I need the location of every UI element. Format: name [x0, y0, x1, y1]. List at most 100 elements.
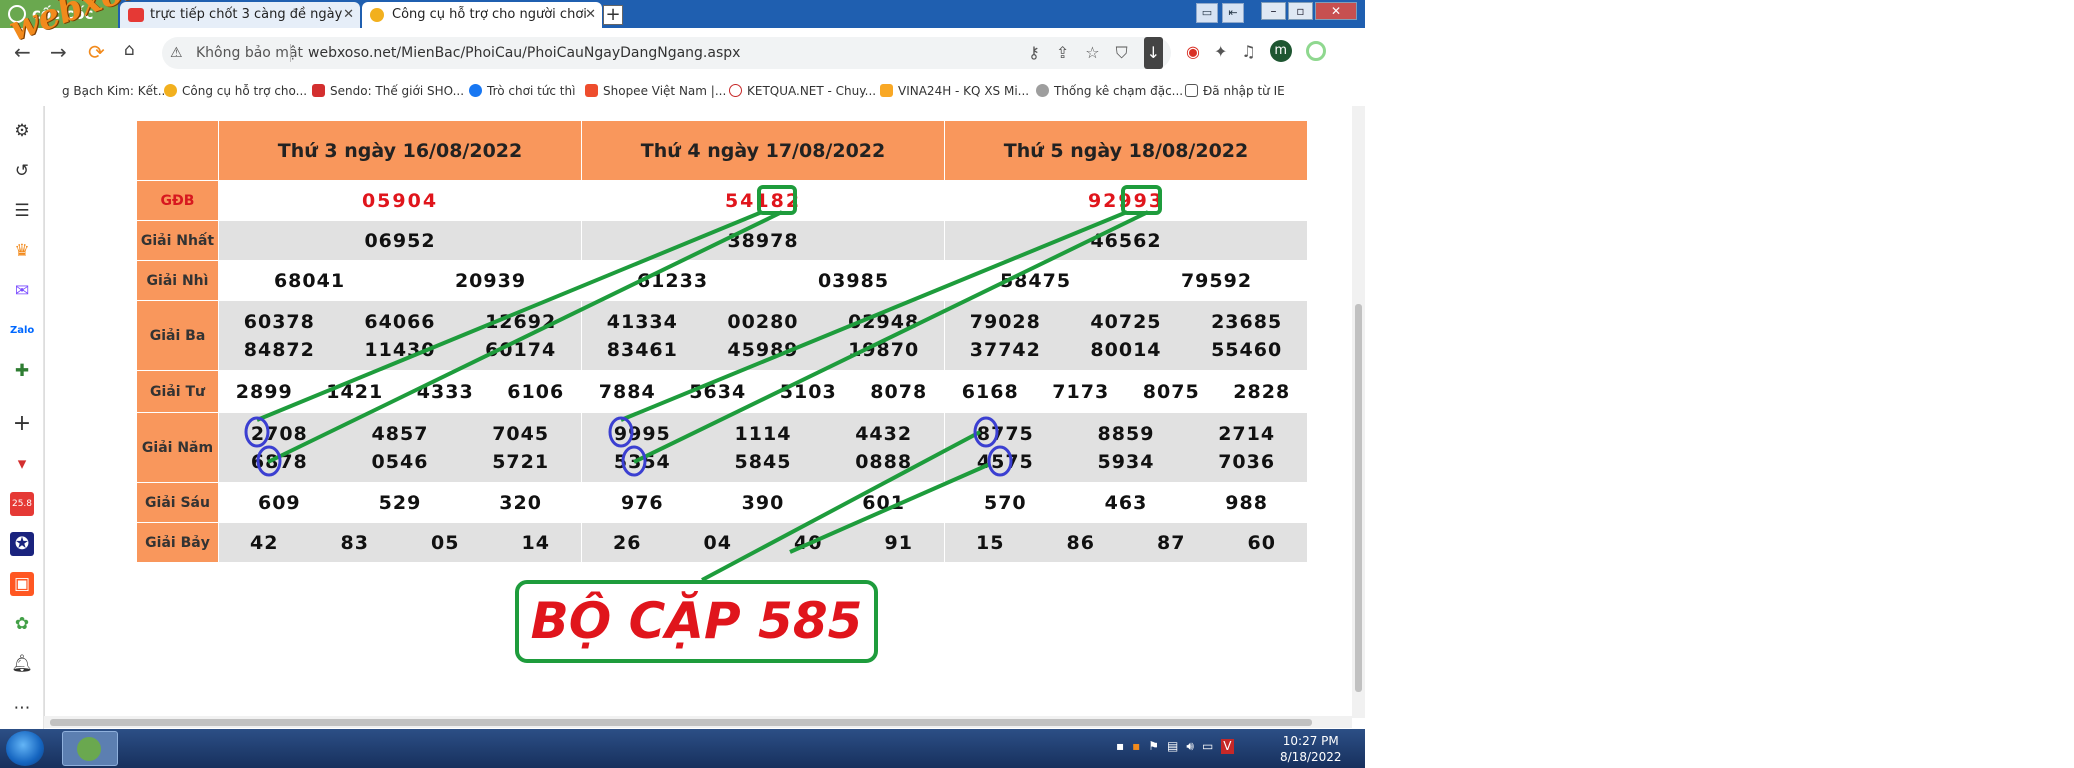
prize-number: 8775 [976, 422, 1034, 445]
maximize-button[interactable]: ▫ [1288, 2, 1313, 20]
prize-number: 5934 [1097, 450, 1155, 473]
music-icon[interactable]: ♫ [1241, 42, 1255, 61]
forward-button[interactable]: → [50, 40, 67, 64]
row-ba: Giải Ba 60378 64066 12692 84872 11430 60174 … [136, 300, 1308, 371]
prize-number: 601 [862, 491, 905, 514]
battery-icon[interactable]: ▭ [1202, 739, 1213, 754]
security-label[interactable]: Không bảo mật [196, 37, 303, 69]
scroll-thumb[interactable] [50, 719, 1312, 726]
cell: 26 04 40 91 [581, 522, 945, 563]
close-window-button[interactable]: ✕ [1315, 2, 1357, 20]
bookmark-item[interactable]: Công cụ hỗ trợ cho... [164, 84, 307, 98]
media-app-icon[interactable]: ▣ [10, 572, 34, 596]
cell: 570 463 988 [944, 482, 1308, 523]
shopping-icon[interactable]: ▾ [10, 452, 34, 476]
prize-number: 4857 [371, 422, 429, 445]
cell: 05904 [218, 180, 582, 221]
profile-avatar[interactable]: m [1269, 40, 1292, 62]
bookmark-item[interactable]: Thống kê chạm đặc... [1036, 84, 1183, 98]
prize-number: 41334 [606, 310, 678, 333]
reading-list-icon[interactable]: ☰ [10, 199, 34, 223]
tray-app-icon[interactable]: ▪ [1132, 739, 1140, 754]
close-tab-icon[interactable]: ✕ [343, 2, 354, 28]
taskbar-coccoc[interactable] [62, 731, 118, 766]
bookmark-item[interactable]: KETQUA.NET - Chuy... [729, 84, 876, 98]
share-icon[interactable]: ⇪ [1056, 37, 1069, 69]
shield-icon[interactable]: ⛉ [1116, 37, 1128, 69]
url-text[interactable]: webxoso.net/MienBac/PhoiCau/PhoiCauNgayD… [308, 37, 740, 69]
close-tab-icon[interactable]: ✕ [585, 2, 596, 28]
zalo-icon[interactable]: Zalo [10, 319, 34, 343]
download-icon[interactable]: ↓ [1143, 37, 1163, 69]
flag-icon[interactable]: ⚑ [1148, 739, 1159, 754]
messenger-icon[interactable]: ✉ [10, 279, 34, 303]
prize-number: 529 [378, 491, 422, 514]
tab-webxoso[interactable]: Công cụ hỗ trợ cho người chơi ✕ [362, 2, 602, 28]
prize-number: 23685 [1211, 310, 1283, 333]
gamepad-icon[interactable]: ✚ [10, 359, 34, 383]
bookmark-label: g Bạch Kim: Kết... [62, 84, 170, 98]
home-button[interactable]: ⌂ [124, 40, 135, 60]
calendar-icon[interactable]: 25.8 [10, 492, 34, 516]
prize-number: 83 [340, 531, 369, 554]
bookmark-star-icon[interactable]: ☆ [1085, 37, 1099, 69]
bookmarks-bar: g Bạch Kim: Kết... Công cụ hỗ trợ cho...… [0, 78, 1365, 107]
bell-icon[interactable]: 🔔︎ [10, 652, 34, 676]
minimize-button[interactable]: – [1261, 2, 1286, 20]
screenshot: cốc cốc trực tiếp chốt 3 càng đề ngày ✕ … [0, 0, 1365, 768]
cell: 609 529 320 [218, 482, 582, 523]
xs-site-icon [164, 84, 177, 97]
bookmark-item[interactable]: VINA24H - KQ XS Mi... [880, 84, 1029, 98]
chrome-extension-icon[interactable]: ◉ [1186, 42, 1200, 61]
prize-number: 60378 [243, 310, 315, 333]
bookmark-item[interactable]: Shopee Việt Nam |... [585, 84, 726, 98]
cell: 60378 64066 12692 84872 11430 60174 [218, 300, 582, 371]
add-icon[interactable]: + [10, 412, 34, 436]
vietkey-icon[interactable]: V [1221, 739, 1234, 754]
row-label: Giải Năm [136, 412, 219, 483]
cell: 6168 7173 8075 2828 [944, 370, 1308, 413]
prize-number: 84872 [243, 338, 315, 361]
volume-icon[interactable]: 🔊︎ [1186, 739, 1194, 754]
start-button[interactable] [6, 731, 44, 766]
row-label: Giải Nhất [136, 220, 219, 261]
key-icon[interactable]: ⚷ [1028, 37, 1040, 69]
puzzle-icon[interactable]: ✦ [1214, 42, 1227, 61]
bookmark-item[interactable]: Sendo: Thế giới SHO... [312, 84, 464, 98]
vina24h-icon [880, 84, 893, 97]
bookmark-item[interactable]: Trò chơi tức thì [469, 84, 575, 98]
warning-icon: ⚠ [170, 45, 183, 61]
gear-icon[interactable]: ⚙ [10, 119, 34, 143]
prize-number: 0546 [371, 450, 429, 473]
refresh-button[interactable]: ⟳ [88, 40, 105, 64]
more-icon[interactable]: ⋯ [10, 696, 34, 720]
screenshot-tool-icon[interactable]: ▭ [1196, 3, 1218, 23]
game-app-icon[interactable]: ✪ [10, 532, 34, 556]
url-bar[interactable]: ⚠ Không bảo mật webxoso.net/MienBac/Phoi… [162, 37, 1171, 69]
vertical-scrollbar[interactable] [1352, 106, 1365, 718]
prize-number: 5634 [689, 380, 747, 403]
taskbar-clock[interactable]: 10:27 PM 8/18/2022 [1280, 733, 1342, 765]
prize-number: 38978 [727, 229, 799, 252]
content-border [44, 106, 45, 718]
horizontal-scrollbar[interactable] [44, 716, 1352, 728]
prize-number: 45989 [727, 338, 799, 361]
scroll-thumb[interactable] [1355, 304, 1362, 692]
tab-youtube[interactable]: trực tiếp chốt 3 càng đề ngày ✕ [120, 2, 360, 28]
status-ring-icon[interactable] [1305, 41, 1326, 61]
row-nhat: Giải Nhất 06952 38978 46562 [136, 220, 1308, 261]
row-tu: Giải Tư 2899 1421 4333 6106 7884 5634 5103 807… [136, 370, 1308, 413]
back-window-icon[interactable]: ⇤ [1222, 3, 1244, 23]
prize-number: 61233 [636, 269, 709, 292]
bookmark-folder[interactable]: Đã nhập từ IE [1185, 84, 1285, 98]
prize-number: 2828 [1233, 380, 1291, 403]
cell: 41334 00280 02948 83461 45989 19870 [581, 300, 945, 371]
row-label: Giải Bảy [136, 522, 219, 563]
extension-app-icon[interactable]: ✿ [10, 612, 34, 636]
bookmark-item[interactable]: g Bạch Kim: Kết... [62, 84, 169, 98]
history-icon[interactable]: ↺ [10, 159, 34, 183]
new-tab-button[interactable]: + [603, 5, 623, 25]
tray-app-icon[interactable]: ▪ [1116, 739, 1124, 754]
network-icon[interactable]: ▤ [1167, 739, 1178, 754]
crown-icon[interactable]: ♛ [10, 239, 34, 263]
